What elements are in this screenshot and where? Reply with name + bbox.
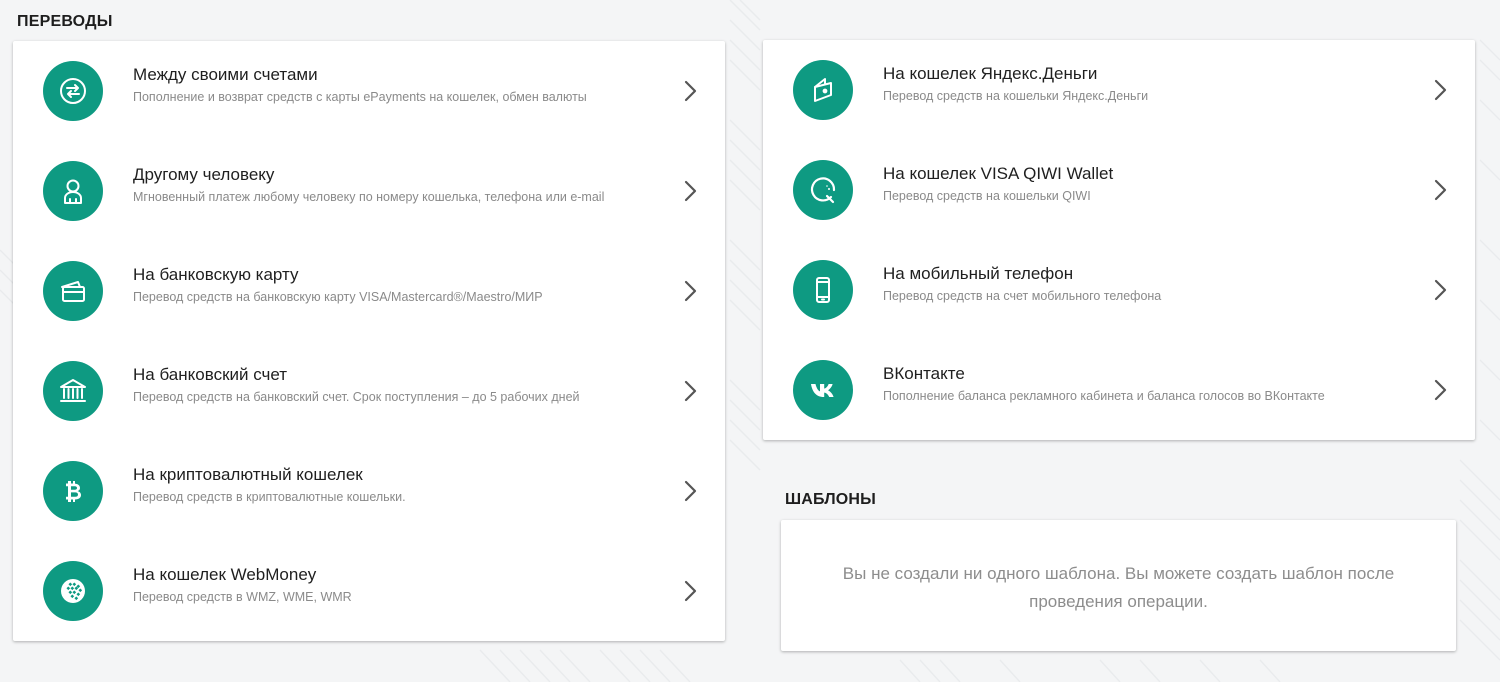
qiwi-icon xyxy=(793,160,853,220)
transfer-option-title: На банковский счет xyxy=(133,365,288,384)
chevron-right-icon xyxy=(684,80,697,102)
transfer-option-description: Пополнение баланса рекламного кабинета и… xyxy=(883,389,1325,403)
vk-icon xyxy=(793,360,853,420)
transfer-option-description: Перевод средств на счет мобильного телеф… xyxy=(883,289,1162,303)
chevron-right-icon xyxy=(1434,179,1447,201)
transfer-option-bank-card[interactable]: На банковскую карту Перевод средств на б… xyxy=(13,241,725,341)
transfer-option-another-person[interactable]: Другому человеку Мгновенный платеж любом… xyxy=(13,141,725,241)
transfer-option-title: Другому человеку xyxy=(133,165,275,184)
templates-section-title: ШАБЛОНЫ xyxy=(785,491,877,508)
transfer-option-yandex-money[interactable]: На кошелек Яндекс.Деньги Перевод средств… xyxy=(763,40,1475,140)
chevron-right-icon xyxy=(684,480,697,502)
transfer-option-title: На мобильный телефон xyxy=(883,264,1074,283)
transfer-option-title: На банковскую карту xyxy=(133,265,299,284)
person-icon xyxy=(43,161,103,221)
chevron-right-icon xyxy=(684,280,697,302)
chevron-right-icon xyxy=(1434,379,1447,401)
transfers-card-right: На кошелек Яндекс.Деньги Перевод средств… xyxy=(763,40,1475,440)
webmoney-globe-icon xyxy=(43,561,103,621)
transfer-option-qiwi[interactable]: На кошелек VISA QIWI Wallet Перевод сред… xyxy=(763,140,1475,240)
transfers-card-left: Между своими счетами Пополнение и возвра… xyxy=(13,41,725,641)
transfer-option-title: На кошелек WebMoney xyxy=(133,565,317,584)
transfer-option-title: Между своими счетами xyxy=(133,65,318,84)
transfer-option-crypto-wallet[interactable]: На криптовалютный кошелек Перевод средст… xyxy=(13,441,725,541)
chevron-right-icon xyxy=(684,180,697,202)
bank-card-icon xyxy=(43,261,103,321)
transfers-section-title: ПЕРЕВОДЫ xyxy=(17,13,113,30)
transfer-option-description: Перевод средств в криптовалютные кошельк… xyxy=(133,490,406,504)
transfer-option-description: Мгновенный платеж любому человеку по ном… xyxy=(133,190,605,204)
transfer-option-title: На кошелек VISA QIWI Wallet xyxy=(883,164,1114,183)
yandex-money-wallet-icon xyxy=(793,60,853,120)
transfer-option-description: Пополнение и возврат средств с карты ePa… xyxy=(133,90,587,104)
transfer-option-description: Перевод средств на банковский счет. Срок… xyxy=(133,390,580,404)
chevron-right-icon xyxy=(1434,79,1447,101)
bitcoin-icon xyxy=(43,461,103,521)
transfer-option-own-accounts[interactable]: Между своими счетами Пополнение и возвра… xyxy=(13,41,725,141)
transfer-option-bank-account[interactable]: На банковский счет Перевод средств на ба… xyxy=(13,341,725,441)
transfer-option-description: Перевод средств на кошельки QIWI xyxy=(883,189,1091,203)
transfer-option-title: На кошелек Яндекс.Деньги xyxy=(883,64,1098,83)
transfer-option-description: Перевод средств в WMZ, WME, WMR xyxy=(133,590,352,604)
mobile-phone-icon xyxy=(793,260,853,320)
templates-card: Вы не создали ни одного шаблона. Вы може… xyxy=(781,520,1456,651)
transfer-option-webmoney[interactable]: На кошелек WebMoney Перевод средств в WM… xyxy=(13,541,725,641)
exchange-arrows-icon xyxy=(43,61,103,121)
transfer-option-description: Перевод средств на кошельки Яндекс.Деньг… xyxy=(883,89,1149,103)
chevron-right-icon xyxy=(684,380,697,402)
transfer-option-vkontakte[interactable]: ВКонтакте Пополнение баланса рекламного … xyxy=(763,340,1475,440)
transfer-option-description: Перевод средств на банковскую карту VISA… xyxy=(133,290,543,304)
transfer-option-mobile-phone[interactable]: На мобильный телефон Перевод средств на … xyxy=(763,240,1475,340)
bank-building-icon xyxy=(43,361,103,421)
templates-empty-message: Вы не создали ни одного шаблона. Вы може… xyxy=(842,564,1395,611)
transfer-option-title: ВКонтакте xyxy=(883,364,965,383)
chevron-right-icon xyxy=(1434,279,1447,301)
chevron-right-icon xyxy=(684,580,697,602)
transfer-option-title: На криптовалютный кошелек xyxy=(133,465,363,484)
